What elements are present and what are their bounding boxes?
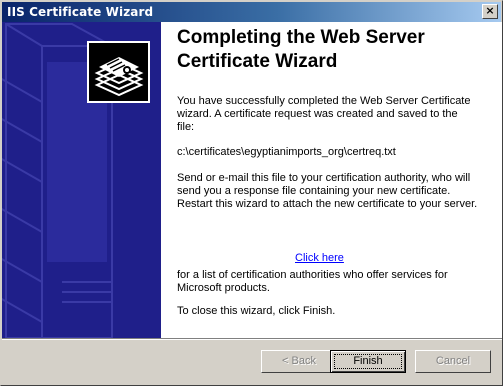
focus-rect [334, 354, 402, 369]
finish-button[interactable]: Finish [330, 350, 406, 373]
ca-list-link[interactable]: Click here [295, 252, 344, 264]
button-separator [2, 338, 502, 340]
ca-list-description: for a list of certification authorities … [177, 269, 448, 294]
page-title: Completing the Web Server Certificate Wi… [177, 26, 497, 74]
wizard-window: IIS Certificate Wizard × Completing the … [0, 0, 503, 386]
success-message: You have successfully completed the Web … [177, 95, 471, 133]
wizard-content: Completing the Web Server Certificate Wi… [161, 22, 502, 338]
finish-instructions: To close this wizard, click Finish. [177, 305, 336, 317]
close-icon: × [485, 4, 495, 17]
wizard-side-banner [2, 22, 161, 338]
window-title: IIS Certificate Wizard [7, 5, 154, 19]
send-instructions: Send or e-mail this file to your certifi… [177, 172, 478, 210]
certificate-file-path: c:\certificates\egyptianimports_org\cert… [177, 146, 396, 158]
title-bar[interactable]: IIS Certificate Wizard × [2, 2, 501, 22]
cancel-button[interactable]: Cancel [415, 350, 491, 373]
page-title-line2: Certificate Wizard [177, 51, 338, 72]
close-button[interactable]: × [482, 4, 498, 19]
page-title-line1: Completing the Web Server [177, 27, 425, 48]
certificate-stack-icon [87, 41, 150, 103]
back-button[interactable]: < Back [261, 350, 337, 373]
